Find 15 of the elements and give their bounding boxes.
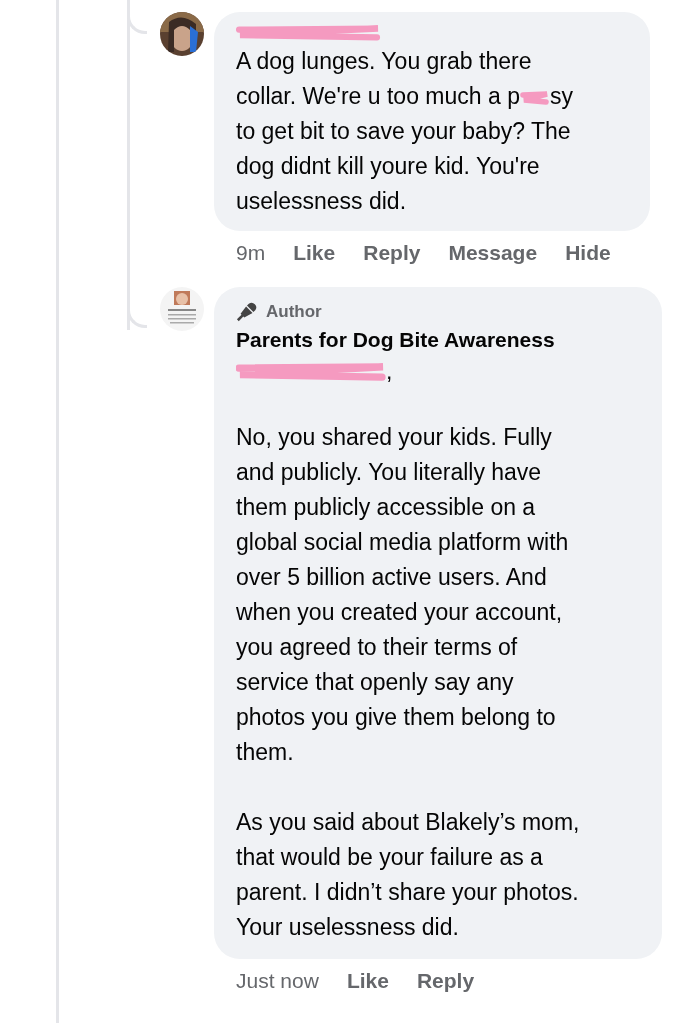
comment-text: A dog lunges. You grab there collar. We're u too much a p sy to get bit to save your baby? The dog didnt kill youre kid. You're uselessness did. [236,47,574,216]
comment-action-link[interactable]: Reply [363,241,421,265]
comment-time: Just now [236,969,319,993]
comment-action-link[interactable]: Like [293,241,336,265]
microphone-icon [236,301,258,323]
comment-action-link[interactable]: Reply [416,969,475,993]
comment-action-link[interactable]: Message [448,241,538,265]
comment-action-link[interactable]: Hide [565,241,611,265]
comment-text: No, you shared your kids. Fully and publicly. You literally have them publicly accessible on a global social media platform with over 5 billion active users. And when you created your account, you agreed to their terms of service that openly say any photos you give them belong to them. [236,423,570,767]
comment-time: 9m [236,241,266,265]
comment-text: As you said about Blakely’s mom, that would be your failure as a parent. I didn’t share your photos. Your uselessness did. [236,808,581,942]
comment-action-link[interactable]: Like [346,969,389,993]
mention-comma: , [386,358,393,385]
commenter-name[interactable]: Parents for Dog Bite Awareness [236,325,640,355]
author-label: Author [266,302,322,322]
